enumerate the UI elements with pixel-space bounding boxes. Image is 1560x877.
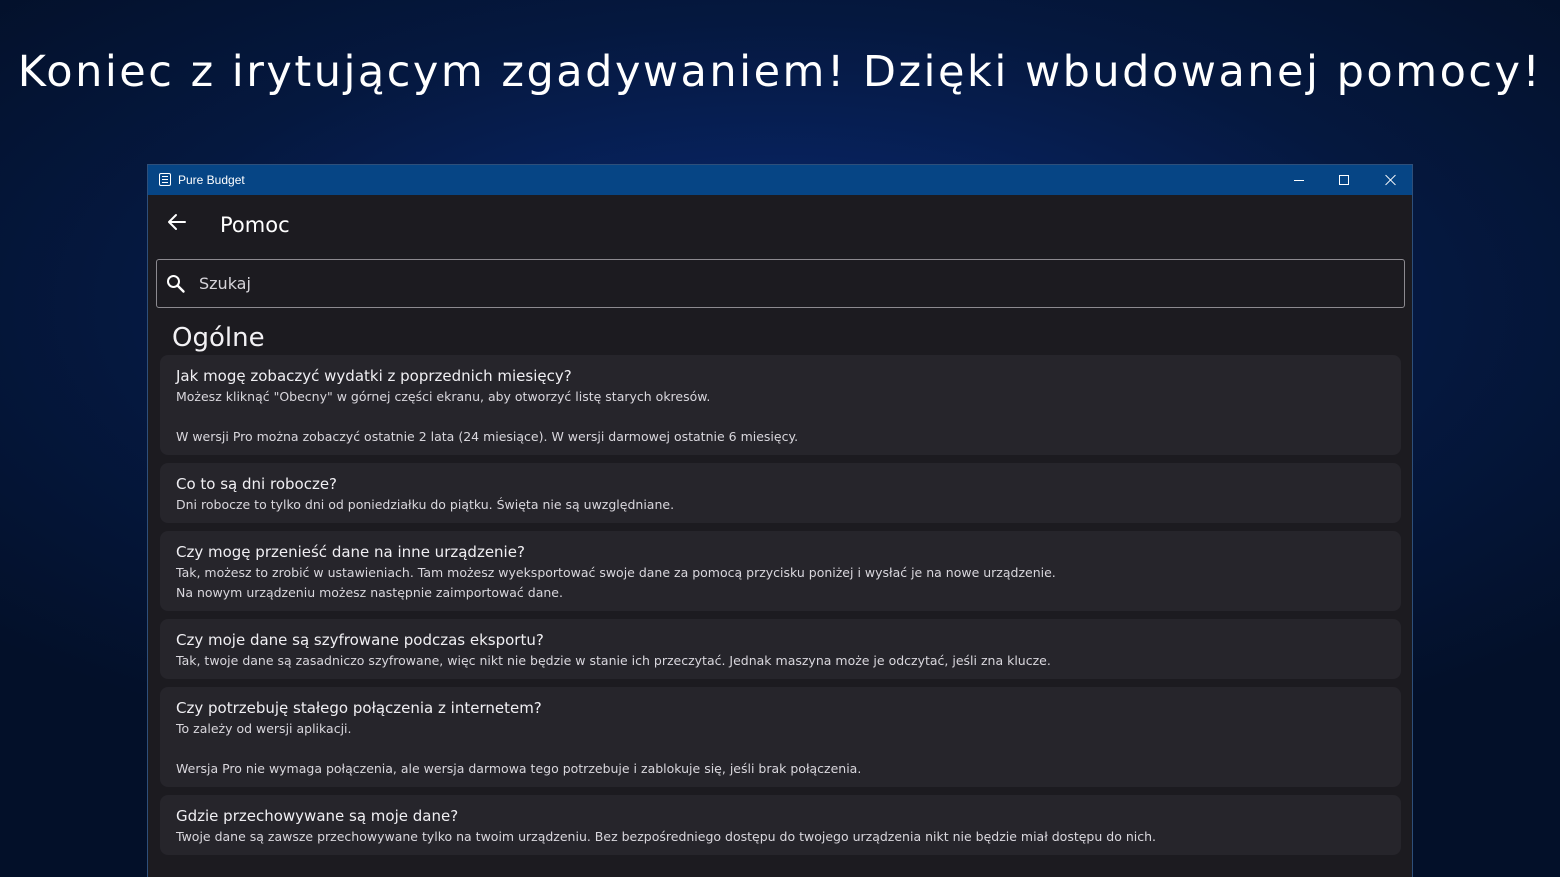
faq-answer: Twoje dane są zawsze przechowywane tylko… (176, 829, 1156, 844)
faq-list: Jak mogę zobaczyć wydatki z poprzednich … (160, 355, 1401, 863)
search-icon (167, 275, 185, 293)
close-icon (1384, 174, 1396, 186)
page-title: Pomoc (220, 213, 290, 237)
faq-answer: Dni robocze to tylko dni od poniedziałku… (176, 497, 675, 512)
search-input[interactable] (199, 260, 1389, 307)
faq-question: Gdzie przechowywane są moje dane? (176, 807, 459, 825)
promo-headline: Koniec z irytującym zgadywaniem! Dzięki … (17, 47, 1543, 97)
help-page: Pomoc Ogólne Jak mogę zobaczyć wydatki z… (148, 195, 1412, 877)
window-title: Pure Budget (178, 173, 245, 187)
faq-answer: To zależy od wersji aplikacji. Wersja Pr… (176, 721, 862, 776)
faq-item[interactable]: Czy moje dane są szyfrowane podczas eksp… (160, 619, 1401, 679)
faq-answer: Możesz kliknąć "Obecny" w górnej części … (176, 389, 799, 444)
back-arrow-icon (168, 214, 186, 230)
app-window: Pure Budget Pomoc Ogólne Jak (147, 164, 1413, 877)
maximize-icon (1339, 175, 1349, 185)
faq-item[interactable]: Jak mogę zobaczyć wydatki z poprzednich … (160, 355, 1401, 455)
faq-question: Czy mogę przenieść dane na inne urządzen… (176, 543, 525, 561)
faq-item[interactable]: Czy potrzebuję stałego połączenia z inte… (160, 687, 1401, 787)
faq-answer: Tak, możesz to zrobić w ustawieniach. Ta… (176, 565, 1056, 600)
back-button[interactable] (162, 207, 192, 237)
faq-answer: Tak, twoje dane są zasadniczo szyfrowane… (176, 653, 1051, 668)
section-title: Ogólne (172, 323, 265, 353)
faq-item[interactable]: Co to są dni robocze? Dni robocze to tyl… (160, 463, 1401, 523)
maximize-button[interactable] (1321, 165, 1367, 195)
faq-item[interactable]: Czy mogę przenieść dane na inne urządzen… (160, 531, 1401, 611)
faq-question: Co to są dni robocze? (176, 475, 338, 493)
faq-item[interactable]: Gdzie przechowywane są moje dane? Twoje … (160, 795, 1401, 855)
faq-question: Jak mogę zobaczyć wydatki z poprzednich … (176, 367, 572, 385)
window-titlebar[interactable]: Pure Budget (148, 165, 1412, 195)
faq-question: Czy moje dane są szyfrowane podczas eksp… (176, 631, 544, 649)
minimize-icon (1294, 179, 1304, 181)
app-logo-icon (159, 173, 171, 186)
minimize-button[interactable] (1276, 165, 1322, 195)
faq-question: Czy potrzebuję stałego połączenia z inte… (176, 699, 542, 717)
close-button[interactable] (1367, 165, 1412, 195)
search-box[interactable] (156, 259, 1405, 308)
